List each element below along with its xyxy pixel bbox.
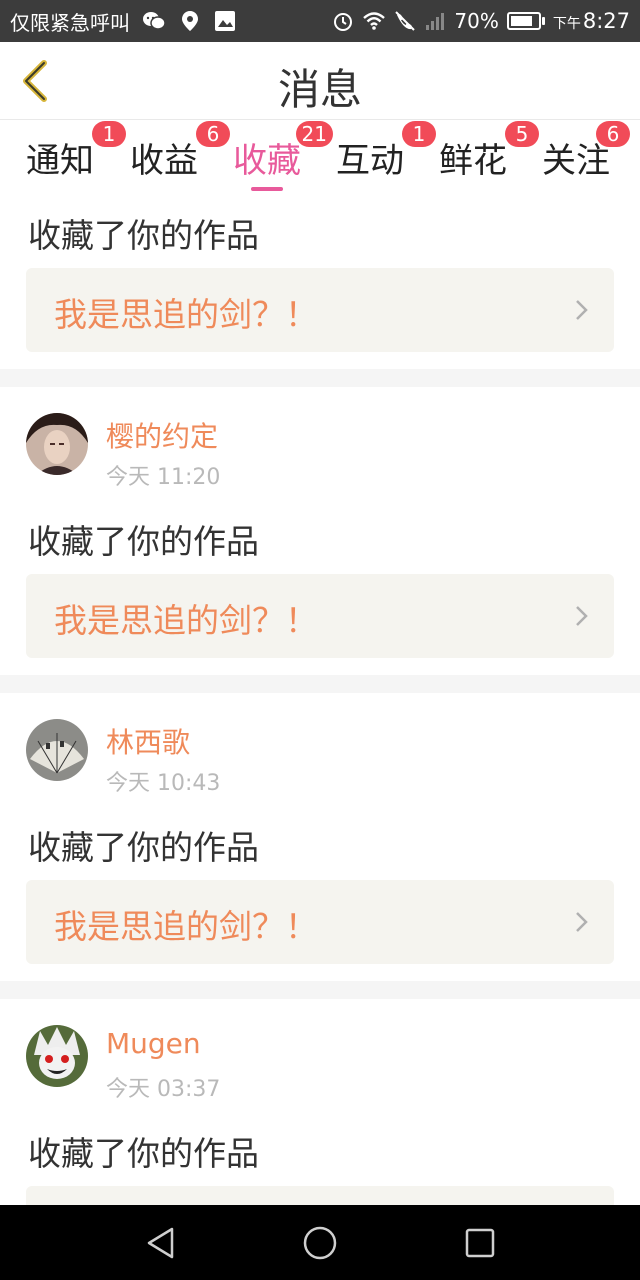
triangle-back-icon xyxy=(147,1227,174,1259)
tab-interaction[interactable]: 互动 1 xyxy=(336,121,436,182)
username[interactable]: 樱的约定 xyxy=(106,415,218,455)
divider xyxy=(0,369,640,387)
list-item: 林西歌 今天 10:43 收藏了你的作品 我是思追的剑？！ xyxy=(0,693,640,981)
user-row[interactable]: 林西歌 今天 10:43 xyxy=(26,719,626,796)
wechat-icon xyxy=(142,11,166,31)
page-title: 消息 xyxy=(277,65,362,114)
list-item: 收藏了你的作品 我是思追的剑？！ xyxy=(0,193,640,369)
list-item: Mugen 今天 03:37 收藏了你的作品 xyxy=(0,999,640,1205)
divider xyxy=(0,981,640,999)
list-item: 樱的约定 今天 11:20 收藏了你的作品 我是思追的剑？！ xyxy=(0,387,640,675)
carrier-text: 仅限紧急呼叫 xyxy=(10,10,130,35)
work-title: 我是思追的剑？！ xyxy=(54,907,318,946)
timestamp: 今天 11:20 xyxy=(106,465,221,490)
tab-badge: 6 xyxy=(596,121,630,147)
time-period: 下午 xyxy=(552,16,581,32)
username[interactable]: Mugen xyxy=(106,1027,201,1060)
timestamp: 今天 10:43 xyxy=(106,771,221,796)
system-nav-bar xyxy=(0,1205,640,1280)
location-icon xyxy=(178,9,202,33)
nav-home-button[interactable] xyxy=(300,1223,340,1263)
battery-icon xyxy=(506,12,545,30)
action-text: 收藏了你的作品 xyxy=(28,1134,259,1173)
tab-favorites[interactable]: 收藏 21 xyxy=(233,121,333,191)
work-link[interactable]: 我是思追的剑？！ xyxy=(26,574,614,658)
nav-recents-button[interactable] xyxy=(460,1223,500,1263)
work-link[interactable]: 我是思追的剑？！ xyxy=(26,268,614,352)
tab-notice[interactable]: 通知 1 xyxy=(26,121,126,182)
work-link[interactable]: 我是思追的剑？！ xyxy=(26,880,614,964)
tab-label: 通知 xyxy=(26,141,94,181)
user-row[interactable]: 樱的约定 今天 11:20 xyxy=(26,413,626,490)
avatar[interactable] xyxy=(26,719,88,781)
clock: 8:27 xyxy=(582,9,630,33)
action-text: 收藏了你的作品 xyxy=(28,828,259,867)
chevron-right-icon xyxy=(576,606,588,626)
app-header: 消息 xyxy=(0,42,640,120)
tab-badge: 1 xyxy=(92,121,126,147)
tab-follow[interactable]: 关注 6 xyxy=(542,121,630,182)
no-call-icon xyxy=(394,10,416,32)
tab-bar: 通知 1 收益 6 收藏 21 互动 1 鲜花 5 关注 6 xyxy=(0,121,640,193)
tab-label: 收益 xyxy=(130,141,198,181)
chevron-right-icon xyxy=(576,912,588,932)
work-link[interactable] xyxy=(26,1186,614,1205)
message-list[interactable]: 收藏了你的作品 我是思追的剑？！ 樱的约定 今天 11:20 收藏了你的作品 我 xyxy=(0,193,640,1205)
tab-badge: 21 xyxy=(295,121,333,147)
active-tab-indicator xyxy=(251,187,283,191)
username[interactable]: 林西歌 xyxy=(106,721,190,761)
work-title: 我是思追的剑？！ xyxy=(54,601,318,640)
wifi-icon xyxy=(362,11,386,31)
tab-badge: 1 xyxy=(402,121,436,147)
action-text: 收藏了你的作品 xyxy=(28,522,259,561)
circle-home-icon xyxy=(303,1226,337,1260)
tab-label: 鲜花 xyxy=(439,141,507,181)
avatar[interactable] xyxy=(26,413,88,475)
signal-icon xyxy=(424,11,446,31)
image-icon xyxy=(214,10,236,32)
action-text: 收藏了你的作品 xyxy=(28,216,259,255)
work-title: 我是思追的剑？！ xyxy=(54,295,318,334)
tab-flowers[interactable]: 鲜花 5 xyxy=(439,121,539,182)
avatar[interactable] xyxy=(26,1025,88,1087)
battery-percent: 70% xyxy=(454,9,499,33)
timestamp: 今天 03:37 xyxy=(106,1077,221,1102)
user-row[interactable]: Mugen 今天 03:37 xyxy=(26,1025,626,1102)
nav-back-button[interactable] xyxy=(140,1223,180,1263)
tab-label: 关注 xyxy=(542,141,610,181)
tab-label: 互动 xyxy=(336,141,404,181)
alarm-icon xyxy=(332,10,354,32)
divider xyxy=(0,675,640,693)
chevron-right-icon xyxy=(576,300,588,320)
tab-badge: 6 xyxy=(196,121,230,147)
tab-label: 收藏 xyxy=(233,141,301,181)
status-bar: 仅限紧急呼叫 70% 下午8:27 xyxy=(0,0,640,42)
tab-badge: 5 xyxy=(505,121,539,147)
square-recents-icon xyxy=(465,1228,495,1258)
tab-earnings[interactable]: 收益 6 xyxy=(130,121,230,182)
